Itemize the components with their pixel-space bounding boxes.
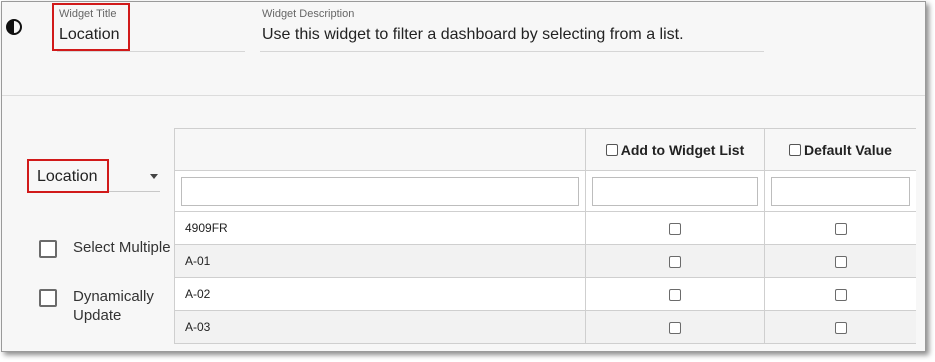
- add-to-list-filter-input[interactable]: [592, 176, 758, 206]
- title-highlight-box: [52, 3, 130, 51]
- widget-description-field[interactable]: Widget Description Use this widget to fi…: [260, 6, 764, 52]
- header-divider: [2, 95, 925, 96]
- add-to-widget-list-checkbox[interactable]: [669, 288, 681, 301]
- chevron-down-icon: [150, 174, 158, 179]
- table-row: A-03: [174, 310, 916, 344]
- default-value-checkbox[interactable]: [834, 288, 847, 301]
- default-value-filter-input[interactable]: [771, 176, 910, 206]
- location-highlight-box: [27, 159, 109, 193]
- name-filter-input[interactable]: [181, 176, 579, 206]
- location-values-grid: Add to Widget List Default Value 4909FR: [174, 128, 916, 351]
- table-row: A-01: [174, 244, 916, 278]
- default-value-all-checkbox[interactable]: [789, 143, 802, 156]
- table-row: A-02: [174, 277, 916, 311]
- add-to-widget-list-checkbox[interactable]: [669, 255, 681, 268]
- widget-description-label: Widget Description: [262, 8, 355, 20]
- table-row: 4909FR: [174, 211, 916, 245]
- select-multiple-checkbox[interactable]: [39, 240, 57, 258]
- select-multiple-label: Select Multiple: [73, 239, 171, 256]
- widget-description-input[interactable]: Use this widget to filter a dashboard by…: [262, 26, 684, 44]
- row-name: A-01: [174, 244, 586, 278]
- filter-row: [174, 170, 916, 212]
- add-to-widget-list-header-label: Add to Widget List: [620, 141, 745, 158]
- row-name: A-03: [174, 310, 586, 344]
- add-to-widget-list-checkbox[interactable]: [669, 321, 681, 334]
- default-value-checkbox[interactable]: [834, 255, 847, 268]
- row-name: 4909FR: [174, 211, 586, 245]
- column-header-add-to-widget-list: Add to Widget List: [585, 128, 765, 171]
- column-header-default-value: Default Value: [764, 128, 916, 171]
- default-value-checkbox[interactable]: [834, 222, 847, 235]
- row-name: A-02: [174, 277, 586, 311]
- column-header-name: [174, 128, 586, 171]
- dynamically-update-label: Dynamically Update: [73, 288, 154, 324]
- dynamically-update-checkbox[interactable]: [39, 289, 57, 307]
- default-value-header-label: Default Value: [804, 141, 892, 158]
- widget-editor-panel: Widget Title Location Widget Description…: [1, 1, 926, 352]
- contrast-icon[interactable]: [5, 18, 23, 36]
- default-value-checkbox[interactable]: [834, 321, 847, 334]
- grid-header-row: Add to Widget List Default Value: [174, 128, 916, 171]
- add-to-widget-list-checkbox[interactable]: [669, 222, 681, 235]
- add-to-widget-list-all-checkbox[interactable]: [605, 143, 618, 156]
